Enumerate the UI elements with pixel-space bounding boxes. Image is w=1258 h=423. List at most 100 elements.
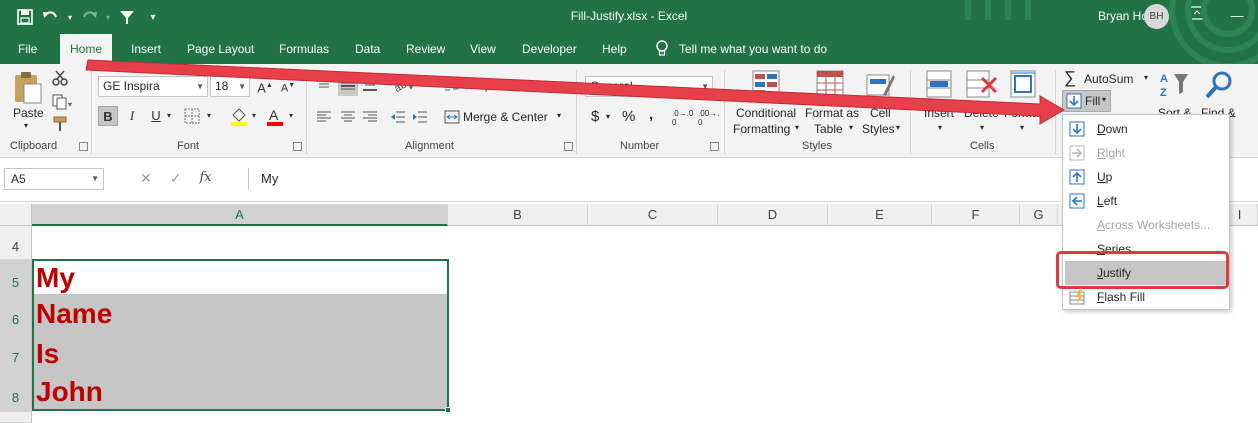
- cell-a6[interactable]: Name: [32, 294, 448, 334]
- row-header-5[interactable]: 5: [0, 260, 32, 296]
- fill-color-icon[interactable]: [230, 106, 248, 129]
- conditional-formatting-label-2[interactable]: Formatting: [733, 122, 790, 136]
- insert-cells-icon[interactable]: [926, 70, 954, 103]
- conditional-formatting-icon[interactable]: [752, 70, 782, 103]
- delete-dropdown-icon[interactable]: ▾: [980, 123, 984, 132]
- name-box[interactable]: A5 ▼: [4, 168, 104, 190]
- cell-styles-icon[interactable]: [866, 70, 896, 103]
- insert-dropdown-icon[interactable]: ▾: [938, 123, 942, 132]
- tab-home[interactable]: Home: [60, 34, 113, 65]
- borders-icon[interactable]: [184, 108, 200, 127]
- format-cells-button[interactable]: Format: [1004, 106, 1042, 120]
- align-middle-icon[interactable]: [338, 76, 358, 96]
- tab-review[interactable]: Review: [396, 34, 455, 64]
- merge-dropdown-icon[interactable]: ▾: [557, 111, 561, 120]
- font-name-select[interactable]: GE Inspira ▼: [98, 76, 208, 97]
- decrease-indent-icon[interactable]: [390, 110, 406, 127]
- increase-font-size-icon[interactable]: A▲: [255, 76, 275, 96]
- paste-icon[interactable]: [12, 70, 44, 107]
- format-cells-icon[interactable]: [1010, 70, 1038, 103]
- tab-data[interactable]: Data: [345, 34, 390, 64]
- wrap-text-icon[interactable]: [444, 78, 460, 95]
- confirm-entry-icon[interactable]: ✓: [170, 170, 182, 187]
- cell-styles-dropdown-icon[interactable]: ▾: [896, 123, 900, 132]
- number-launcher-icon[interactable]: [710, 142, 719, 151]
- accounting-dropdown-icon[interactable]: ▾: [606, 112, 610, 121]
- alignment-launcher-icon[interactable]: [564, 142, 573, 151]
- increase-indent-icon[interactable]: [412, 110, 428, 127]
- merge-center-icon[interactable]: [444, 110, 460, 127]
- fill-handle[interactable]: [445, 407, 451, 413]
- find-select-icon[interactable]: [1204, 70, 1234, 103]
- clipboard-launcher-icon[interactable]: [79, 142, 88, 151]
- paste-button[interactable]: Paste: [13, 106, 44, 120]
- copy-icon[interactable]: ▾: [52, 94, 74, 113]
- delete-cells-icon[interactable]: [966, 70, 998, 103]
- merge-center-button[interactable]: Merge & Center: [463, 110, 548, 124]
- tell-me-search[interactable]: Tell me what you want to do: [655, 34, 827, 64]
- autosum-dropdown-icon[interactable]: ▾: [1144, 73, 1148, 82]
- menu-item-down[interactable]: Down: [1063, 117, 1229, 141]
- row-header-7[interactable]: 7: [0, 334, 32, 372]
- cell-a8[interactable]: John: [32, 372, 448, 410]
- column-header-a[interactable]: A: [32, 204, 448, 226]
- row-header-9[interactable]: [0, 412, 32, 423]
- minimize-icon[interactable]: —: [1222, 4, 1252, 28]
- column-header-b[interactable]: B: [448, 204, 588, 226]
- number-format-select[interactable]: General ▼: [585, 76, 713, 97]
- tab-formulas[interactable]: Formulas: [269, 34, 339, 64]
- format-dropdown-icon[interactable]: ▾: [1020, 123, 1024, 132]
- bold-button[interactable]: B: [98, 106, 118, 126]
- conditional-dropdown-icon[interactable]: ▾: [795, 123, 799, 132]
- align-bottom-icon[interactable]: [362, 78, 378, 95]
- comma-style-button[interactable]: ,: [649, 106, 653, 123]
- conditional-formatting-label-1[interactable]: Conditional: [736, 106, 796, 120]
- select-all-corner[interactable]: [0, 204, 32, 226]
- cell-a5[interactable]: My: [32, 260, 448, 294]
- column-header-c[interactable]: C: [588, 204, 718, 226]
- orientation-icon[interactable]: ab ▾: [392, 76, 416, 97]
- format-as-table-label-2[interactable]: Table: [814, 122, 843, 136]
- font-color-dropdown-icon[interactable]: ▾: [286, 106, 296, 126]
- insert-function-icon[interactable]: fx: [199, 170, 211, 187]
- menu-item-left[interactable]: Left: [1063, 189, 1229, 213]
- sort-filter-icon[interactable]: AZ: [1158, 68, 1192, 105]
- row-header-8[interactable]: 8: [0, 372, 32, 412]
- font-launcher-icon[interactable]: [293, 142, 302, 151]
- underline-button[interactable]: U: [146, 106, 166, 126]
- column-header-g[interactable]: G: [1020, 204, 1058, 226]
- cell-a7[interactable]: Is: [32, 334, 448, 372]
- column-header-e[interactable]: E: [828, 204, 932, 226]
- percent-style-button[interactable]: %: [622, 108, 635, 125]
- row-header-4[interactable]: 4: [0, 226, 32, 260]
- avatar[interactable]: BH: [1144, 4, 1169, 29]
- italic-button[interactable]: I: [122, 106, 142, 126]
- cell-styles-label-1[interactable]: Cell: [870, 106, 891, 120]
- column-header-d[interactable]: D: [718, 204, 828, 226]
- tab-developer[interactable]: Developer: [512, 34, 587, 64]
- format-as-table-dropdown-icon[interactable]: ▾: [849, 123, 853, 132]
- font-size-select[interactable]: 18 ▼: [210, 76, 250, 97]
- borders-dropdown-icon[interactable]: ▾: [204, 106, 214, 126]
- cut-icon[interactable]: [52, 70, 68, 89]
- delete-cells-button[interactable]: Delete: [964, 106, 999, 120]
- align-left-icon[interactable]: [316, 110, 332, 127]
- autosum-icon[interactable]: ∑: [1064, 68, 1076, 88]
- decrease-decimal-button[interactable]: .00→.0: [698, 109, 720, 127]
- font-color-icon[interactable]: A: [266, 106, 284, 129]
- wrap-text-button[interactable]: Wrap Text: [463, 78, 517, 92]
- decrease-font-size-icon[interactable]: A▼: [278, 76, 298, 96]
- autosum-button[interactable]: AutoSum: [1084, 72, 1133, 86]
- tab-help[interactable]: Help: [592, 34, 637, 64]
- align-center-icon[interactable]: [340, 110, 356, 127]
- tab-page-layout[interactable]: Page Layout: [177, 34, 264, 64]
- align-top-icon[interactable]: [316, 78, 332, 95]
- cell-styles-label-2[interactable]: Styles: [862, 122, 895, 136]
- fill-color-dropdown-icon[interactable]: ▾: [249, 106, 259, 126]
- ribbon-display-options-icon[interactable]: [1182, 4, 1212, 28]
- menu-item-up[interactable]: Up: [1063, 165, 1229, 189]
- insert-cells-button[interactable]: Insert: [924, 106, 954, 120]
- row-header-6[interactable]: 6: [0, 296, 32, 334]
- format-as-table-icon[interactable]: [816, 70, 846, 103]
- format-painter-icon[interactable]: [52, 116, 68, 135]
